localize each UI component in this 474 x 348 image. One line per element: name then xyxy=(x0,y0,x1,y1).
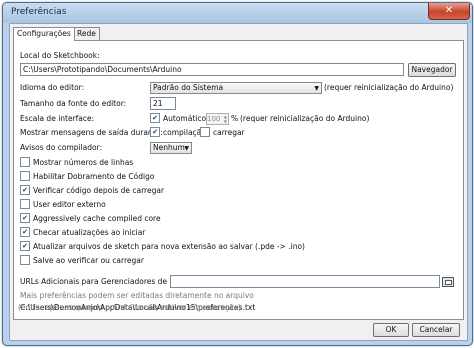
check-icon: ✔ xyxy=(152,114,158,122)
language-value: Padrão do Sistema xyxy=(153,83,224,92)
tab-network[interactable]: Rede xyxy=(73,27,100,40)
font-size-label: Tamanho da fonte do editor: xyxy=(20,99,127,108)
option-label: Mostrar números de linhas xyxy=(33,158,134,167)
dialog-body: Configurações Rede Local do Sketchbook: … xyxy=(9,23,468,341)
font-size-input[interactable]: 21 xyxy=(150,97,176,110)
window-title: Preferências xyxy=(11,7,67,17)
check-icon: ✔ xyxy=(22,214,28,222)
scale-percent: % xyxy=(231,114,239,123)
footer-line-3: (editar apenas quando o Arduino não esti… xyxy=(18,303,242,312)
close-icon: ✕ xyxy=(444,5,454,16)
check-icon: ✔ xyxy=(22,228,28,236)
scale-label: Escala de interface: xyxy=(20,114,95,123)
tab-settings[interactable]: Configurações xyxy=(13,27,75,41)
option-checkbox[interactable]: ✔ xyxy=(20,241,30,251)
title-bar[interactable]: Preferências ✕ xyxy=(3,3,472,23)
option-label: Checar atualizações ao iniciar xyxy=(33,228,146,237)
warnings-select[interactable]: Nenhum ▼ xyxy=(150,142,192,154)
option-label: Atualizar arquivos de sketch para nova e… xyxy=(33,242,305,251)
option-label: Habilitar Dobramento de Código xyxy=(33,172,155,181)
check-icon: ✔ xyxy=(152,128,158,136)
chevron-down-icon: ▼ xyxy=(184,145,189,152)
scale-spinner[interactable]: 100 ▲ ▼ xyxy=(206,113,229,125)
option-checkbox[interactable]: ✔ xyxy=(20,227,30,237)
window-icon[interactable] xyxy=(442,277,454,287)
footer-line-1: Mais preferências podem ser editadas dir… xyxy=(20,291,254,300)
boards-url-input[interactable] xyxy=(170,275,440,288)
option-checkbox[interactable] xyxy=(20,199,30,209)
cancel-button[interactable]: Cancelar xyxy=(412,323,460,337)
check-icon: ✔ xyxy=(22,186,28,194)
spinner-arrows-icon: ▲ ▼ xyxy=(223,114,227,124)
option-checkbox[interactable]: ✔ xyxy=(20,185,30,195)
browse-button[interactable]: Navegador xyxy=(408,63,456,77)
option-label: Salve ao verificar ou carregar xyxy=(33,256,144,265)
option-label: User editor externo xyxy=(33,200,106,209)
option-checkbox[interactable] xyxy=(20,171,30,181)
chevron-down-icon: ▼ xyxy=(314,85,319,92)
verbose-upload-label: carregar xyxy=(213,128,245,137)
option-label: Aggressively cache compiled core xyxy=(33,214,161,223)
check-icon: ✔ xyxy=(22,242,28,250)
verbose-compile-checkbox[interactable]: ✔ xyxy=(150,127,160,137)
close-button[interactable]: ✕ xyxy=(428,3,470,20)
language-select[interactable]: Padrão do Sistema ▼ xyxy=(150,82,322,94)
option-checkbox[interactable]: ✔ xyxy=(20,213,30,223)
scale-auto-checkbox[interactable]: ✔ xyxy=(150,113,160,123)
verbose-label: Mostrar mensagens de saída durante: xyxy=(20,128,163,137)
scale-auto-label: Automático xyxy=(163,114,207,123)
preferences-window: Preferências ✕ Configurações Rede Local … xyxy=(2,2,473,346)
sketchbook-label: Local do Sketchbook: xyxy=(20,51,100,60)
scale-note: (requer reinicialização do Arduino) xyxy=(240,114,370,123)
option-checkbox[interactable] xyxy=(20,157,30,167)
language-note: (requer reinicialização do Arduino) xyxy=(324,83,454,92)
scale-value: 100 xyxy=(207,115,221,123)
warnings-value: Nenhum xyxy=(153,143,185,152)
warnings-label: Avisos do compilador: xyxy=(20,143,103,152)
option-checkbox[interactable] xyxy=(20,255,30,265)
ok-button[interactable]: OK xyxy=(373,323,409,337)
sketchbook-path-input[interactable]: C:\Users\Prototipando\Documents\Arduino xyxy=(20,63,404,76)
option-label: Verificar código depois de carregar xyxy=(33,186,165,195)
settings-panel: Local do Sketchbook: C:\Users\Prototipan… xyxy=(13,40,464,320)
language-label: Idioma do editor: xyxy=(20,83,85,92)
verbose-upload-checkbox[interactable] xyxy=(200,127,210,137)
